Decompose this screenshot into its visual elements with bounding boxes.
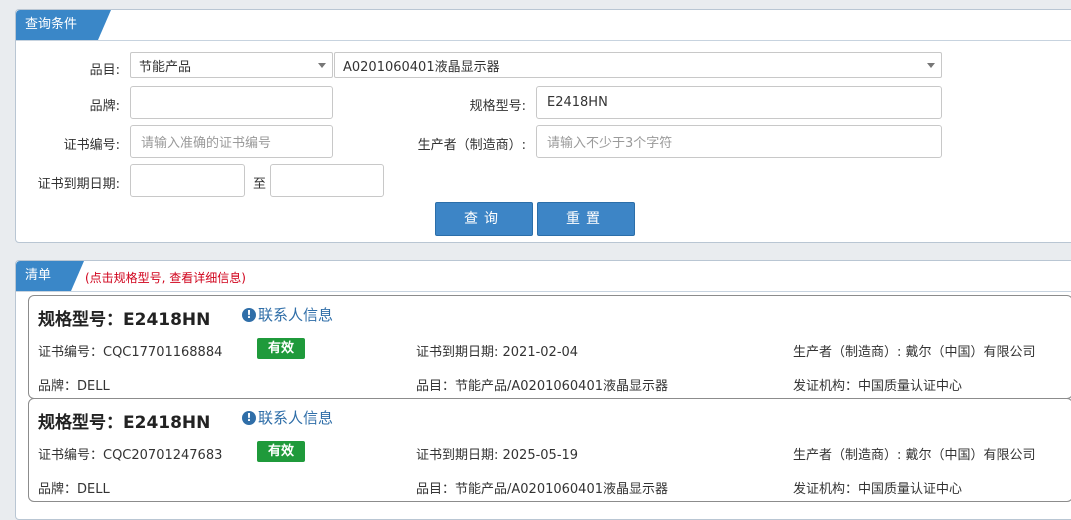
query-button[interactable]: 查询	[435, 202, 533, 236]
maker-input[interactable]: 请输入不少于3个字符	[536, 125, 942, 158]
maker-placeholder: 请输入不少于3个字符	[547, 136, 673, 151]
brand-input[interactable]	[130, 86, 333, 119]
contact-link[interactable]: ! 联系人信息	[242, 407, 333, 428]
model-title-link[interactable]: 规格型号：E2418HN	[38, 408, 210, 433]
expiry-text: 证书到期日期: 2025-05-19	[416, 448, 579, 463]
category-text: 品目：节能产品/A0201060401液晶显示器	[416, 482, 668, 497]
search-panel-tab: 查询条件	[16, 10, 111, 40]
brand-text: 品牌：DELL	[38, 482, 110, 497]
category-label: 品目:	[89, 63, 120, 78]
model-title-link[interactable]: 规格型号：E2418HN	[38, 305, 210, 330]
result-card: 规格型号：E2418HN ! 联系人信息 证书编号：CQC20701247683…	[28, 398, 1071, 502]
category-text: 品目：节能产品/A0201060401液晶显示器	[416, 379, 668, 394]
brand-label: 品牌:	[89, 99, 120, 114]
expiry-to-label: 至	[252, 177, 266, 192]
result-card: 规格型号：E2418HN ! 联系人信息 证书编号：CQC17701168884…	[28, 295, 1071, 399]
category-select[interactable]: 节能产品	[130, 52, 333, 78]
contact-link[interactable]: ! 联系人信息	[242, 304, 333, 325]
issuer-text: 发证机构：中国质量认证中心	[793, 482, 963, 497]
reset-button[interactable]: 重置	[537, 202, 635, 236]
results-panel-header: 清单 (点击规格型号, 查看详细信息)	[16, 261, 1071, 292]
subcategory-select-value: A0201060401液晶显示器	[343, 59, 500, 75]
brand-text: 品牌：DELL	[38, 379, 110, 394]
expiry-start-input[interactable]	[130, 164, 245, 197]
maker-text: 生产者（制造商）: 戴尔（中国）有限公司	[793, 345, 1036, 360]
results-panel-tab: 清单	[16, 261, 84, 291]
category-select-value: 节能产品	[139, 59, 192, 75]
expiry-label: 证书到期日期:	[37, 177, 120, 192]
status-badge: 有效	[257, 441, 305, 462]
chevron-down-icon	[927, 63, 935, 68]
chevron-down-icon	[318, 63, 326, 68]
cert-no-input[interactable]: 请输入准确的证书编号	[130, 125, 333, 158]
cert-no-placeholder: 请输入准确的证书编号	[141, 136, 272, 151]
model-input-value: E2418HN	[547, 95, 608, 110]
info-icon: !	[242, 307, 256, 322]
cert-no-label: 证书编号:	[63, 138, 120, 153]
model-label: 规格型号:	[469, 99, 526, 114]
maker-label: 生产者（制造商）:	[417, 138, 526, 153]
cert-no-text: 证书编号：CQC20701247683	[38, 448, 223, 463]
model-input[interactable]: E2418HN	[536, 86, 942, 119]
expiry-text: 证书到期日期: 2021-02-04	[416, 345, 579, 360]
expiry-end-input[interactable]	[270, 164, 384, 197]
search-panel-header: 查询条件	[16, 10, 1071, 41]
issuer-text: 发证机构：中国质量认证中心	[793, 379, 963, 394]
subcategory-select[interactable]: A0201060401液晶显示器	[334, 52, 942, 78]
contact-link-label: 联系人信息	[258, 409, 334, 427]
cert-no-text: 证书编号：CQC17701168884	[38, 345, 223, 360]
status-badge: 有效	[257, 338, 305, 359]
maker-text: 生产者（制造商）: 戴尔（中国）有限公司	[793, 448, 1036, 463]
results-hint: (点击规格型号, 查看详细信息)	[85, 271, 246, 285]
contact-link-label: 联系人信息	[258, 306, 334, 324]
info-icon: !	[242, 410, 256, 425]
